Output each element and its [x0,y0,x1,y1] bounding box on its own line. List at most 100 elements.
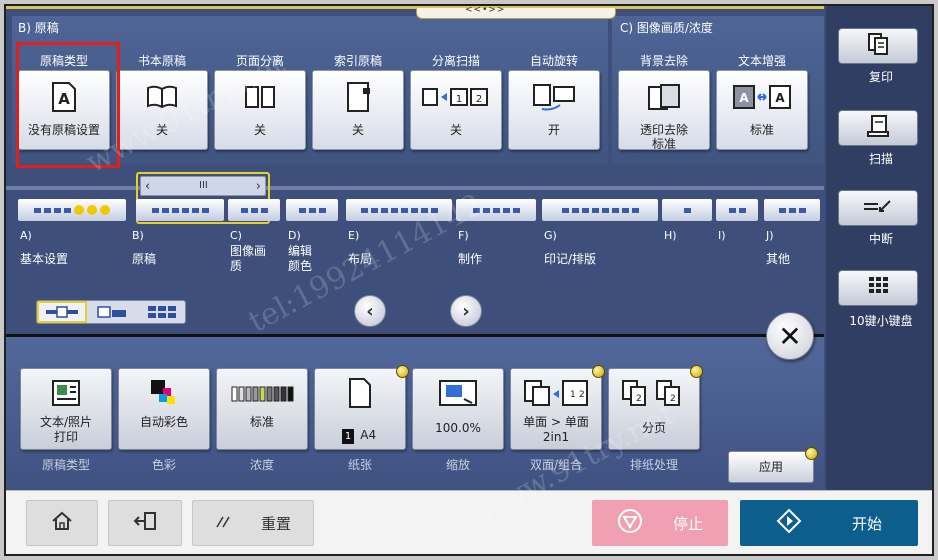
text-enhance-icon: AA [717,81,807,113]
tab-seg-basic[interactable] [18,199,126,221]
bottom-bar: 重置 停止 开始 [6,490,932,554]
tab-letter-h[interactable]: H) [664,229,677,242]
caption-paper: 纸张 [347,458,372,472]
svg-text:1: 1 [570,390,576,400]
tab-seg-layout[interactable] [346,199,452,221]
tab-original[interactable]: 原稿 [132,252,156,267]
setting-paper-button[interactable]: 1 A4 [314,365,409,450]
setting-zoom-value: 100.0% [435,421,481,435]
tab-letter-i[interactable]: I) [718,229,726,242]
auto-rotate-value: 开 [547,123,560,137]
stop-icon [617,508,643,538]
tab-seg-stamp[interactable] [542,199,658,221]
tab-seg-finishing[interactable] [456,199,536,221]
book-original-button[interactable]: 关 [116,70,208,150]
next-page-button[interactable]: › [450,295,482,327]
keypad-icon [867,275,889,301]
tab-finishing[interactable]: 制作 [458,252,482,267]
card-view-icon[interactable] [87,301,137,323]
logout-button[interactable] [108,500,182,546]
setting-output-button[interactable]: 22 分页 [608,365,703,450]
start-button[interactable]: 开始 [740,500,918,546]
scroll-right-icon[interactable]: › [256,179,261,194]
stop-button[interactable]: 停止 [592,500,728,546]
copy-button[interactable] [838,28,918,64]
separate-scan-icon: 12 [411,81,501,113]
tab-seg-image-quality[interactable] [228,199,280,221]
tab-seg-other[interactable] [764,199,820,221]
home-button[interactable] [26,500,98,546]
reset-button[interactable]: 重置 [192,500,314,546]
caption-output: 排纸处理 [629,458,678,472]
auto-rotate-button[interactable]: 开 [508,70,600,150]
pull-down-tab[interactable]: <<•>> [416,6,616,19]
view-mode-toggle[interactable] [36,300,186,324]
copier-panel: B) 原稿 C) 图像画质/浓度 <<•>> 原稿类型 A 没有原稿设置 书本原… [4,4,934,556]
home-icon [51,511,73,535]
scroll-grip-icon[interactable]: III [199,180,208,191]
caption-original-type: 原稿类型 [41,458,90,472]
tab-edit-color[interactable]: 编辑 颜色 [288,244,312,274]
tab-stamp-composition[interactable]: 印记/排版 [544,252,596,267]
setting-paper-value-row: 1 A4 [315,413,405,459]
selected-function-highlight [16,42,120,168]
prev-page-button[interactable]: ‹ [354,295,386,327]
setting-density-button[interactable]: 标准 [216,368,308,450]
tab-layout[interactable]: 布局 [348,252,372,267]
caption-color: 色彩 [151,458,176,472]
func-label-background-removal: 背景去除 [639,54,688,68]
stop-label: 停止 [672,514,703,533]
page-split-button[interactable]: 关 [214,70,306,150]
scan-button[interactable] [838,110,918,146]
text-enhance-button[interactable]: AA 标准 [716,70,808,150]
book-original-value: 关 [155,123,168,137]
tab-scrollbar[interactable]: ‹ III › [140,176,266,196]
chevron-left-icon: ‹ [366,300,374,322]
keypad-button[interactable] [838,270,918,306]
close-button[interactable]: ✕ [766,312,814,360]
list-view-icon[interactable] [37,301,87,323]
section-b-title: B) 原稿 [18,21,59,35]
setting-zoom-button[interactable]: 100.0% [412,368,504,450]
grid-view-icon[interactable] [137,301,187,323]
setting-color-button[interactable]: 自动彩色 [118,368,210,450]
open-book-icon [117,81,207,113]
caption-zoom: 缩放 [445,458,470,472]
tab-seg-original[interactable] [136,199,224,221]
apply-label: 应用 [758,460,783,474]
interrupt-button[interactable] [838,190,918,226]
tab-letter-g: G) [544,229,557,242]
svg-text:2: 2 [670,394,676,404]
setting-original-type-button[interactable]: 文本/照片 打印 [20,368,112,450]
separate-scan-value: 关 [449,123,462,137]
tab-seg-i[interactable] [716,199,758,221]
tab-seg-h[interactable] [662,199,712,221]
apply-button[interactable]: 应用 [728,447,818,483]
tab-other[interactable]: 其他 [766,252,790,267]
tab-image-quality[interactable]: 图像画 质 [230,244,266,274]
collate-icon: 22 [609,377,699,409]
background-removal-button[interactable]: 透印去除 标准 [618,70,710,151]
tab-letter-e: E) [348,229,360,242]
background-removal-value: 透印去除 标准 [639,123,688,151]
tab-letter-c: C) [230,229,242,242]
svg-text:2: 2 [476,94,482,105]
section-c-title: C) 图像画质/浓度 [620,21,713,35]
setting-duplex-button[interactable]: 12 单面 > 单面 2in1 [510,365,605,450]
tab-letter-b: B) [132,229,144,242]
scroll-left-icon[interactable]: ‹ [145,179,150,194]
tab-seg-edit-color[interactable] [286,199,338,221]
index-original-button[interactable]: 关 [312,70,404,150]
interrupt-label: 中断 [868,232,893,246]
tab-basic-settings[interactable]: 基本设置 [20,252,68,267]
right-sidebar: 复印 扫描 中断 10键小键盘 [826,6,932,490]
start-icon [776,508,802,538]
page-split-value: 关 [253,123,266,137]
separate-scan-button[interactable]: 12 关 [410,70,502,150]
copy-icon [867,32,889,60]
start-label: 开始 [851,514,882,533]
func-label-book-original: 书本原稿 [137,54,186,68]
density-icon [217,377,307,409]
tab-letter-a: A) [20,229,32,242]
setting-color-value: 自动彩色 [139,415,188,429]
